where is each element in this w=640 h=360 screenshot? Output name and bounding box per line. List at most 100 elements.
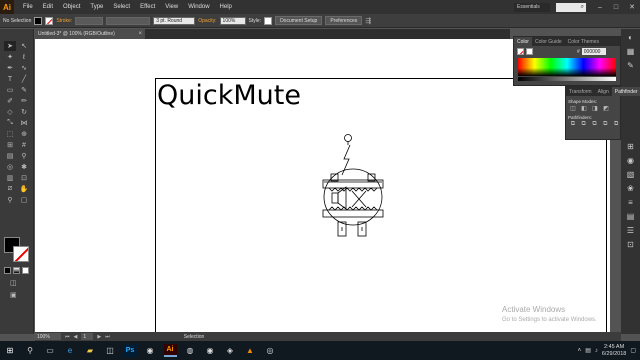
- draw-mode-icon[interactable]: ◫: [10, 279, 22, 287]
- zoom-tool-icon[interactable]: ⚲: [4, 195, 16, 205]
- graphic-style-swatch[interactable]: [264, 16, 273, 25]
- menu-select[interactable]: Select: [108, 4, 135, 10]
- unite-icon[interactable]: ◫: [569, 105, 577, 112]
- menu-view[interactable]: View: [160, 4, 183, 10]
- eraser-tool-icon[interactable]: ◇: [4, 107, 16, 117]
- last-artboard-icon[interactable]: ⏭: [105, 334, 110, 340]
- file-explorer-icon[interactable]: ▰: [80, 341, 100, 360]
- rectangle-tool-icon[interactable]: ▭: [4, 85, 16, 95]
- windows-start-icon[interactable]: ⊞: [0, 341, 20, 360]
- color-stroke-swatch[interactable]: [517, 48, 524, 55]
- tab-color-themes[interactable]: Color Themes: [565, 39, 602, 45]
- gradient-mode-button[interactable]: [13, 267, 20, 274]
- crop-icon[interactable]: ⧉: [601, 121, 609, 128]
- quickmute-robot-artwork[interactable]: [318, 131, 388, 241]
- opacity-field[interactable]: 100%: [219, 16, 246, 25]
- stroke-panel-icon[interactable]: ≡: [624, 197, 637, 208]
- artboard-number-field[interactable]: 1: [81, 333, 94, 340]
- tab-pathfinder[interactable]: Pathfinder: [611, 87, 640, 96]
- brush-dropdown[interactable]: 3 pt. Round: [153, 16, 196, 25]
- intersect-icon[interactable]: ◨: [591, 105, 599, 112]
- app-icon-3[interactable]: ◈: [220, 341, 240, 360]
- column-graph-tool-icon[interactable]: ▥: [4, 173, 16, 183]
- variable-width-dropdown[interactable]: [106, 16, 151, 25]
- tab-transform[interactable]: Transform: [566, 89, 595, 95]
- tab-color-guide[interactable]: Color Guide: [532, 39, 565, 45]
- app-icon-4[interactable]: ◎: [260, 341, 280, 360]
- close-button[interactable]: ✕: [624, 3, 640, 11]
- preferences-button[interactable]: Preferences: [325, 16, 363, 25]
- volume-icon[interactable]: ♪: [595, 348, 598, 354]
- tool-status-text[interactable]: Selection: [184, 334, 205, 340]
- outline-icon[interactable]: ⧉: [612, 121, 620, 128]
- show-hidden-icons[interactable]: ˄: [578, 348, 582, 354]
- fill-swatch[interactable]: [34, 16, 43, 25]
- none-mode-button[interactable]: [22, 267, 29, 274]
- magic-wand-tool-icon[interactable]: ✦: [4, 52, 16, 62]
- brushes-panel-icon[interactable]: ✎: [624, 60, 637, 71]
- symbol-sprayer-tool-icon[interactable]: ✱: [18, 162, 30, 172]
- minimize-button[interactable]: –: [592, 4, 608, 11]
- slice-tool-icon[interactable]: ⧄: [4, 184, 16, 194]
- gradient-tool-icon[interactable]: ▤: [4, 151, 16, 161]
- type-tool-icon[interactable]: T: [4, 74, 16, 84]
- next-artboard-icon[interactable]: ▶: [97, 334, 101, 340]
- fill-stroke-widget[interactable]: [4, 237, 30, 263]
- color-panel-icon[interactable]: ◐: [624, 32, 637, 43]
- first-artboard-icon[interactable]: ⏮: [65, 334, 70, 340]
- color-spectrum[interactable]: [518, 58, 616, 76]
- layers-panel-icon[interactable]: ☰: [624, 225, 637, 236]
- color-mode-button[interactable]: [4, 267, 11, 274]
- photoshop-taskbar-button[interactable]: Ps: [120, 341, 140, 360]
- pencil-tool-icon[interactable]: ✏: [18, 96, 30, 106]
- symbols-panel-icon[interactable]: ❀: [624, 183, 637, 194]
- mesh-tool-icon[interactable]: #: [18, 140, 30, 150]
- trim-icon[interactable]: ⧉: [580, 121, 588, 128]
- graphic-styles-panel-icon[interactable]: ▧: [624, 169, 637, 180]
- arrange-icon[interactable]: ⇶: [365, 17, 371, 25]
- menu-type[interactable]: Type: [85, 4, 108, 10]
- screen-mode-icon[interactable]: ▣: [10, 291, 22, 299]
- menu-help[interactable]: Help: [215, 4, 237, 10]
- scale-tool-icon[interactable]: ⤡: [4, 118, 16, 128]
- zoom-dropdown[interactable]: 100%: [35, 333, 61, 340]
- artboard[interactable]: QuickMute: [155, 78, 607, 332]
- artboards-panel-icon[interactable]: ⊡: [624, 239, 637, 250]
- store-icon[interactable]: ◫: [100, 341, 120, 360]
- search-field[interactable]: ⌕: [556, 2, 586, 12]
- exclude-icon[interactable]: ◩: [602, 105, 610, 112]
- menu-object[interactable]: Object: [58, 4, 85, 10]
- hand-tool-icon[interactable]: ✋: [18, 184, 30, 194]
- minus-front-icon[interactable]: ◧: [580, 105, 588, 112]
- search-icon[interactable]: ⚲: [20, 341, 40, 360]
- artboard-tool-icon[interactable]: ⊡: [18, 173, 30, 183]
- lasso-tool-icon[interactable]: ℓ: [18, 52, 30, 62]
- clock[interactable]: 2:45 AM 6/29/2018: [602, 344, 626, 358]
- stroke-swatch[interactable]: [45, 16, 54, 25]
- line-tool-icon[interactable]: ╱: [18, 74, 30, 84]
- rotate-tool-icon[interactable]: ↻: [18, 107, 30, 117]
- menu-window[interactable]: Window: [183, 4, 214, 10]
- shape-builder-tool-icon[interactable]: ⊕: [18, 129, 30, 139]
- chrome-icon[interactable]: ◉: [140, 341, 160, 360]
- direct-selection-tool-icon[interactable]: ↖: [18, 41, 30, 51]
- selection-tool-icon[interactable]: ➤: [4, 41, 16, 51]
- menu-effect[interactable]: Effect: [135, 4, 160, 10]
- grayscale-ramp[interactable]: [518, 77, 616, 81]
- menu-edit[interactable]: Edit: [38, 4, 58, 10]
- width-tool-icon[interactable]: ⋈: [18, 118, 30, 128]
- document-tab[interactable]: Untitled-3* @ 100% (RGB/Outline) ×: [35, 29, 145, 39]
- task-view-icon[interactable]: ▭: [40, 341, 60, 360]
- eyedropper-tool-icon[interactable]: ⚲: [18, 151, 30, 161]
- maximize-button[interactable]: □: [608, 4, 624, 11]
- gradient-panel-icon[interactable]: ▤: [624, 211, 637, 222]
- stroke-weight-field[interactable]: [75, 16, 104, 25]
- network-icon[interactable]: ▤: [585, 347, 591, 354]
- shaper-tool-icon[interactable]: ✐: [4, 96, 16, 106]
- appearance-panel-icon[interactable]: ◉: [624, 155, 637, 166]
- merge-icon[interactable]: ⧉: [591, 121, 599, 128]
- notifications-icon[interactable]: ▢: [630, 347, 636, 354]
- illustrator-taskbar-button[interactable]: Ai: [160, 341, 180, 360]
- workspace-dropdown[interactable]: Essentials: [514, 2, 550, 12]
- headline-text[interactable]: QuickMute: [157, 80, 301, 112]
